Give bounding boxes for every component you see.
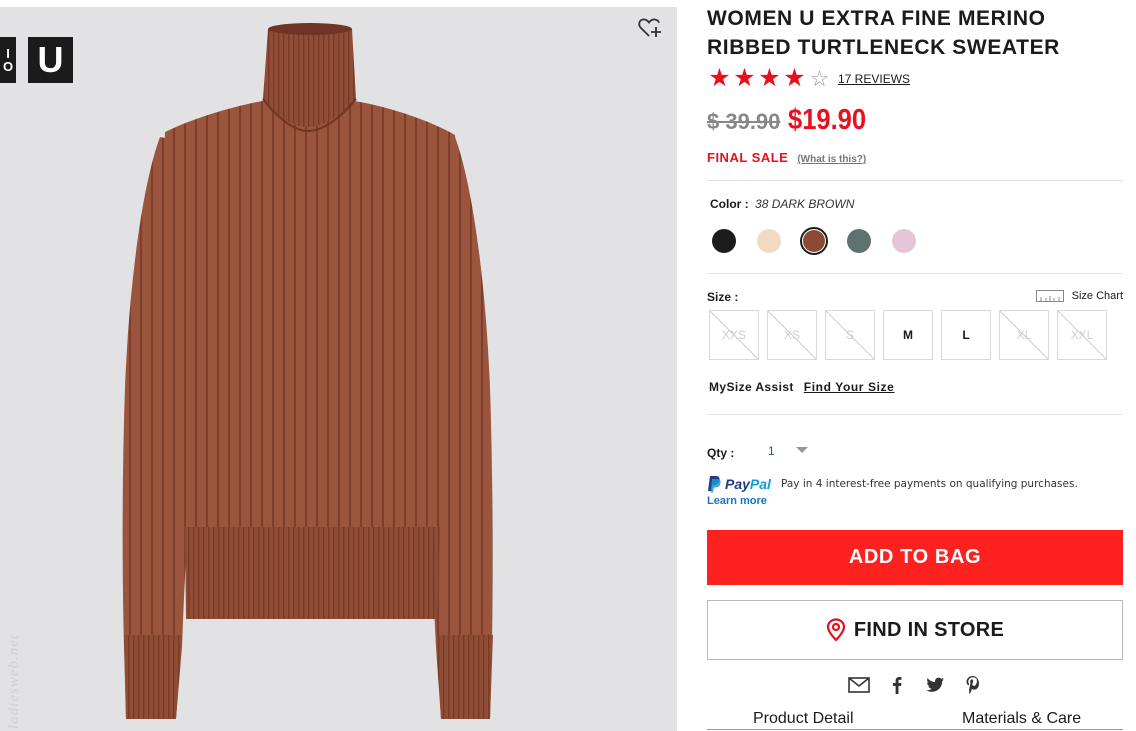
paypal-message: Pay Pal Pay in 4 interest-free payments o… bbox=[707, 475, 1123, 507]
product-image bbox=[122, 23, 493, 719]
swatch-dark-brown[interactable] bbox=[800, 227, 828, 255]
tabs-underline bbox=[707, 729, 1123, 730]
qty-select[interactable]: 1 bbox=[768, 442, 816, 460]
size-xs[interactable]: XS bbox=[767, 310, 817, 360]
mysize-assist: MySize Assist Find Your Size bbox=[709, 380, 895, 394]
tab-materials-care[interactable]: Materials & Care bbox=[962, 710, 1081, 728]
tab-product-detail[interactable]: Product Detail bbox=[753, 710, 854, 728]
divider bbox=[707, 180, 1123, 181]
find-your-size-link[interactable]: Find Your Size bbox=[804, 380, 895, 394]
sale-price: $19.90 bbox=[788, 104, 867, 136]
final-sale-label: FINAL SALE bbox=[707, 150, 789, 165]
swatch-pink[interactable] bbox=[890, 227, 918, 255]
divider bbox=[707, 273, 1123, 274]
facebook-icon[interactable] bbox=[885, 674, 909, 696]
color-label: Color : 38 DARK BROWN bbox=[710, 197, 855, 211]
wishlist-heart-icon[interactable] bbox=[637, 15, 663, 41]
reviews-link[interactable]: 17 REVIEWS bbox=[838, 72, 910, 86]
star-empty-icon: ☆ bbox=[809, 66, 830, 91]
location-pin-icon bbox=[826, 618, 845, 642]
pinterest-icon[interactable] bbox=[961, 674, 985, 696]
logo-tile-left: I O bbox=[0, 37, 16, 83]
star-icon: ★ bbox=[708, 64, 731, 92]
star-icon: ★ bbox=[758, 64, 781, 92]
size-m[interactable]: M bbox=[883, 310, 933, 360]
ruler-icon bbox=[1035, 290, 1064, 302]
old-price: $ 39.90 bbox=[707, 109, 781, 134]
star-icon: ★ bbox=[733, 64, 756, 92]
paypal-icon bbox=[708, 476, 721, 493]
add-to-bag-button[interactable]: ADD TO BAG bbox=[707, 530, 1123, 585]
swatch-cream[interactable] bbox=[755, 227, 783, 255]
twitter-icon[interactable] bbox=[923, 674, 947, 696]
swatch-green[interactable] bbox=[845, 227, 873, 255]
final-sale: FINAL SALE (What is this?) bbox=[707, 150, 866, 165]
star-icon: ★ bbox=[783, 64, 806, 92]
product-title: WOMEN U EXTRA FINE MERINO RIBBED TURTLEN… bbox=[707, 7, 1060, 59]
price-block: $ 39.90 $19.90 bbox=[707, 104, 877, 137]
size-s[interactable]: S bbox=[825, 310, 875, 360]
email-icon[interactable] bbox=[847, 674, 871, 696]
rating: ★ ★ ★ ★ ☆ 17 REVIEWS bbox=[707, 64, 910, 92]
watermark: ladiesweb.net bbox=[6, 633, 22, 729]
color-swatches bbox=[710, 227, 935, 255]
uniqlo-logo: I O U bbox=[0, 37, 73, 83]
product-image-panel: I O U ladiesweb.net bbox=[0, 7, 677, 731]
paypal-text: Pay in 4 interest-free payments on quali… bbox=[781, 478, 1078, 490]
size-xxs[interactable]: XXS bbox=[709, 310, 759, 360]
learn-more-link[interactable]: Learn more bbox=[707, 495, 1123, 507]
size-xl[interactable]: XL bbox=[999, 310, 1049, 360]
size-chart-link[interactable]: Size Chart bbox=[1035, 289, 1123, 303]
qty-label: Qty : bbox=[707, 446, 735, 460]
swatch-black[interactable] bbox=[710, 227, 738, 255]
logo-tile-u: U bbox=[28, 37, 73, 83]
divider bbox=[707, 414, 1123, 415]
size-l[interactable]: L bbox=[941, 310, 991, 360]
selected-color-name: 38 DARK BROWN bbox=[755, 197, 855, 211]
share-icons bbox=[847, 674, 999, 696]
find-in-store-button[interactable]: FIND IN STORE bbox=[707, 600, 1123, 660]
size-xxl[interactable]: XXL bbox=[1057, 310, 1107, 360]
size-options: XXS XS S M L XL XXL bbox=[709, 310, 1115, 360]
what-is-this-link[interactable]: (What is this?) bbox=[797, 154, 866, 165]
chevron-down-icon bbox=[796, 447, 808, 453]
size-label: Size : bbox=[707, 290, 739, 304]
